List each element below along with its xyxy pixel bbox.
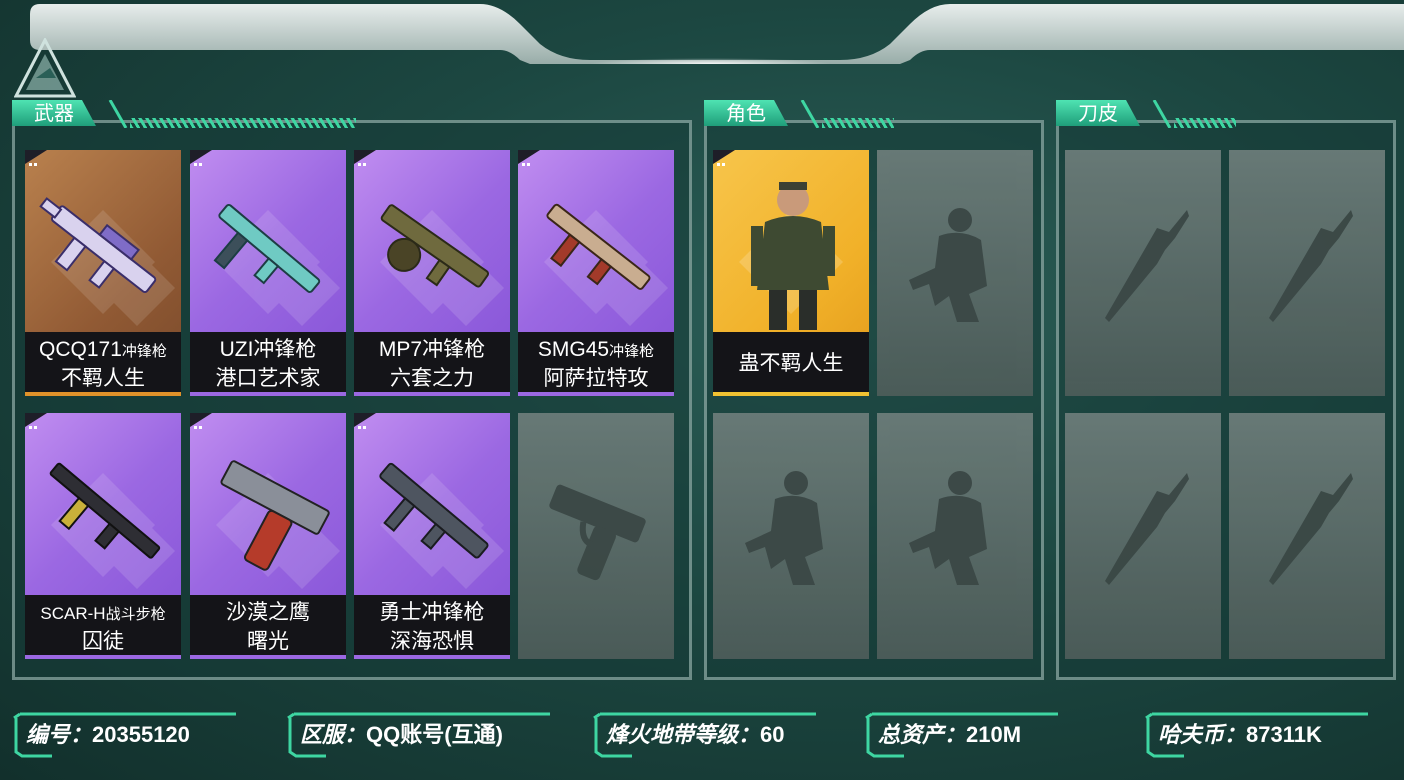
total-assets: 总资产：210M [864,712,1064,758]
pistol-silhouette-icon [549,484,646,581]
weapon-name: MP7冲锋枪 [378,338,486,361]
weapon-card-warrior-smg[interactable]: 勇士冲锋枪 深海恐惧 [354,413,510,659]
weapon-skin: 阿萨拉特攻 [543,367,649,390]
weapon-card-label: UZI冲锋枪 港口艺术家 [190,332,346,396]
rifle-icon [49,462,161,559]
weapon-card-label: 勇士冲锋枪 深海恐惧 [354,595,510,659]
knife-slot-empty[interactable] [1065,150,1221,396]
weapon-type: 冲锋枪 [609,343,655,360]
soldier-silhouette-icon [909,208,987,322]
weapon-skin: 不羁人生 [61,367,145,390]
game-logo [14,38,76,98]
total-assets-label: 总资产： [878,722,967,747]
weapon-skin: 六套之力 [390,367,474,390]
character-card[interactable]: 蛊不羁人生 [713,150,869,396]
characters-section-title: 角色 [704,100,788,126]
characters-section-tag: 角色 [704,100,894,128]
soldier-silhouette-icon [745,471,823,585]
weapon-skin: 囚徒 [82,630,124,653]
weapon-card-label: SMG45冲锋枪 阿萨拉特攻 [518,332,674,396]
weapon-card-label: MP7冲锋枪 六套之力 [354,332,510,396]
weapon-name: 沙漠之鹰 [226,601,310,624]
weapon-skin: 港口艺术家 [215,367,321,390]
weapon-name: 勇士冲锋枪 [379,601,485,624]
weapon-card-qcq171[interactable]: QCQ171冲锋枪 不羁人生 [25,150,181,396]
smg-icon [379,462,489,559]
account-id-value: 20355120 [92,722,190,747]
character-skin: 蛊不羁人生 [738,352,844,375]
total-assets-value: 210M [966,722,1022,747]
weapon-name: SCAR-H [40,604,106,623]
weapon-skin: 曙光 [247,630,289,653]
character-slot-empty[interactable] [877,413,1033,659]
haf-coins: 哈夫币：87311K [1144,712,1374,758]
weapon-name: UZI冲锋枪 [219,338,317,361]
server-info: 区服：QQ账号(互通) [286,712,556,758]
smg-icon [213,203,321,293]
weapon-card-desert-eagle[interactable]: 沙漠之鹰 曙光 [190,413,346,659]
weapon-card-label: QCQ171冲锋枪 不羁人生 [25,332,181,396]
weapon-type: 冲锋枪 [121,343,167,360]
knife-slot-empty[interactable] [1229,150,1385,396]
weapon-card-mp7[interactable]: MP7冲锋枪 六套之力 [354,150,510,396]
knife-silhouette-icon [1269,210,1353,322]
weapon-card-label: 沙漠之鹰 曙光 [190,595,346,659]
weapons-section-title: 武器 [12,100,96,126]
zone-level-value: 60 [760,722,785,747]
character-slot-empty[interactable] [713,413,869,659]
knives-section-title: 刀皮 [1056,100,1140,126]
knife-slot-empty[interactable] [1065,413,1221,659]
zone-level: 烽火地带等级：60 [592,712,822,758]
soldier-silhouette-icon [909,471,987,585]
character-portrait [751,182,835,330]
knife-slot-empty[interactable] [1229,413,1385,659]
knife-silhouette-icon [1105,473,1189,585]
server-label: 区服： [300,722,367,747]
smg-icon [546,203,651,290]
character-card-label: 蛊不羁人生 [713,332,869,396]
pistol-icon [220,460,330,571]
weapon-slot-empty[interactable] [518,413,674,659]
account-id: 编号：20355120 [12,712,242,758]
weapon-card-uzi[interactable]: UZI冲锋枪 港口艺术家 [190,150,346,396]
smg-icon [380,204,490,288]
haf-coins-label: 哈夫币： [1158,722,1247,747]
knife-silhouette-icon [1269,473,1353,585]
server-value: QQ账号(互通) [366,722,503,747]
weapon-name: QCQ171 [39,338,122,361]
weapon-type: 战斗步枪 [105,606,166,623]
smg-icon [39,197,157,294]
character-slot-empty[interactable] [877,150,1033,396]
weapon-card-label: SCAR-H战斗步枪 囚徒 [25,595,181,659]
account-id-label: 编号： [26,722,93,747]
knife-silhouette-icon [1105,210,1189,322]
weapon-card-smg45[interactable]: SMG45冲锋枪 阿萨拉特攻 [518,150,674,396]
haf-coins-value: 87311K [1246,722,1322,747]
weapon-card-scarh[interactable]: SCAR-H战斗步枪 囚徒 [25,413,181,659]
top-banner [30,4,1404,64]
knives-section-tag: 刀皮 [1056,100,1246,128]
weapon-name: SMG45 [537,338,610,361]
weapons-section-tag: 武器 [12,100,356,128]
zone-level-label: 烽火地带等级： [606,722,761,747]
weapon-skin: 深海恐惧 [390,630,474,653]
